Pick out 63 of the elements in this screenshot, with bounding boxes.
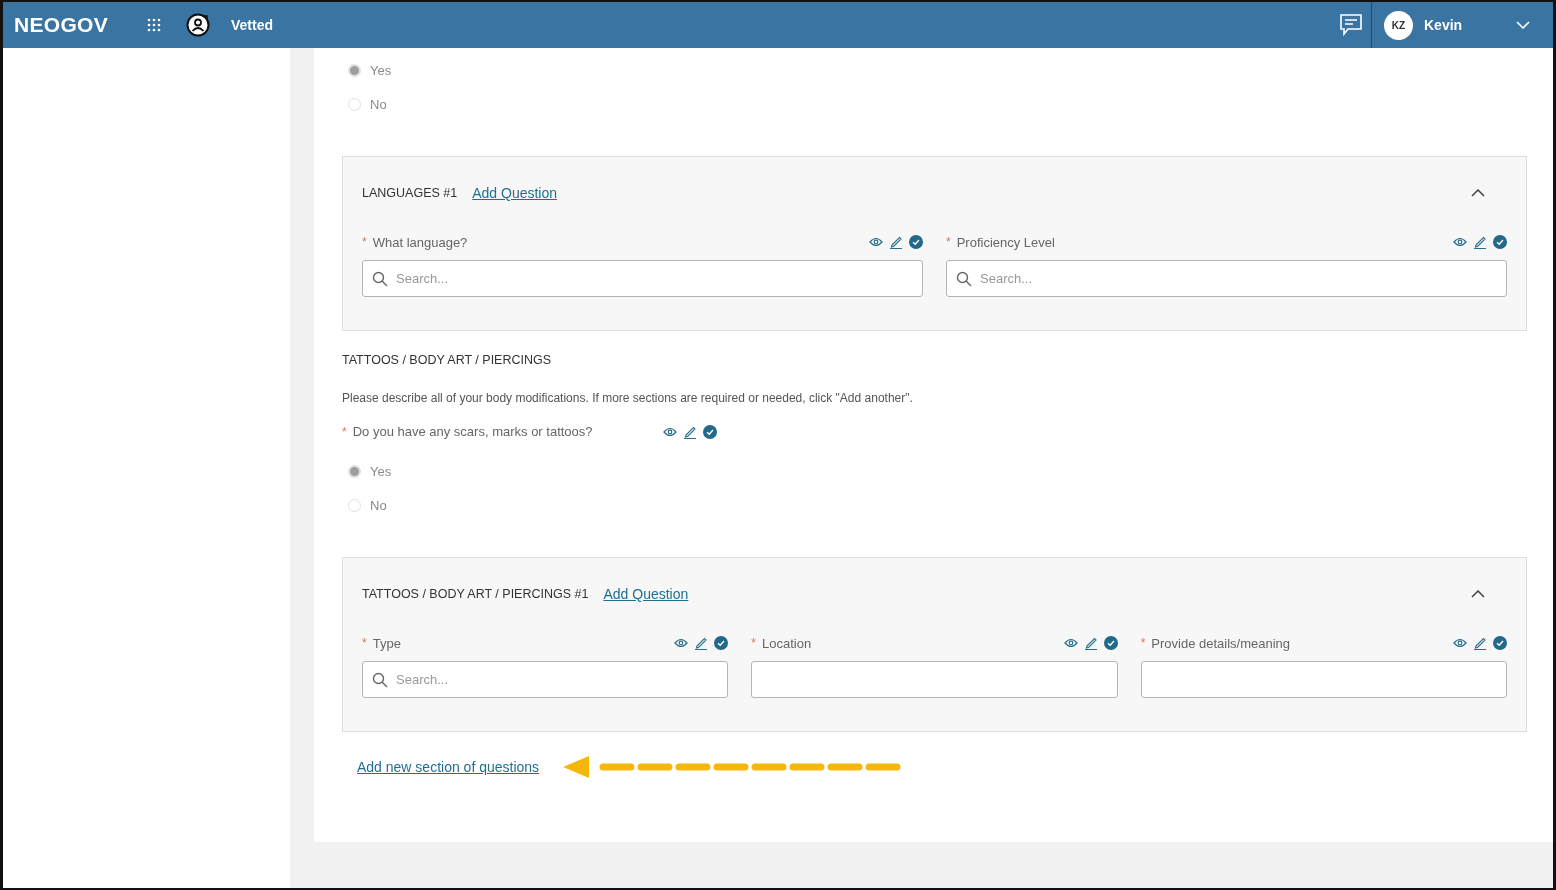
radio-label: No bbox=[370, 498, 387, 513]
radio-button[interactable] bbox=[348, 499, 361, 512]
radio-button[interactable] bbox=[348, 64, 361, 77]
question-label: Do you have any scars, marks or tattoos? bbox=[352, 424, 593, 439]
required-mark: * bbox=[946, 235, 951, 249]
eye-icon[interactable] bbox=[1063, 638, 1078, 648]
user-avatar[interactable]: KZ bbox=[1384, 10, 1413, 40]
check-circle-icon[interactable] bbox=[909, 235, 923, 249]
pencil-icon[interactable] bbox=[694, 636, 709, 650]
check-circle-icon[interactable] bbox=[702, 424, 717, 439]
field-label: Type bbox=[372, 635, 401, 651]
radio-button[interactable] bbox=[348, 98, 361, 111]
required-mark: * bbox=[362, 235, 367, 249]
search-icon bbox=[372, 672, 388, 688]
eye-icon[interactable] bbox=[869, 237, 883, 247]
add-question-link[interactable]: Add Question bbox=[472, 185, 558, 201]
required-mark: * bbox=[362, 636, 367, 650]
eye-icon[interactable] bbox=[1453, 638, 1467, 648]
group-title: TATTOOS / BODY ART / PIERCINGS #1 bbox=[362, 587, 589, 601]
radio-label: Yes bbox=[370, 464, 392, 479]
add-question-link[interactable]: Add Question bbox=[603, 586, 689, 602]
text-field[interactable] bbox=[1140, 661, 1507, 698]
group-title: LANGUAGES #1 bbox=[362, 186, 458, 200]
add-section-link[interactable]: Add new section of questions bbox=[357, 759, 540, 775]
radio-label: No bbox=[370, 97, 387, 112]
chevron-down-icon[interactable] bbox=[1516, 21, 1530, 29]
eye-icon[interactable] bbox=[1453, 237, 1467, 247]
field-label: Provide details/meaning bbox=[1151, 635, 1291, 651]
chevron-up-icon[interactable] bbox=[1471, 590, 1485, 598]
pencil-icon[interactable] bbox=[682, 424, 697, 439]
field-label: Proficiency Level bbox=[956, 234, 1055, 250]
search-field[interactable]: Search... bbox=[362, 661, 729, 698]
app-grid-icon[interactable] bbox=[147, 18, 161, 32]
user-circle-icon bbox=[186, 13, 210, 37]
search-icon bbox=[956, 271, 972, 287]
radio-label: Yes bbox=[370, 63, 392, 78]
section-heading: TATTOOS / BODY ART / PIERCINGS bbox=[342, 353, 553, 367]
app-name: Vetted bbox=[231, 17, 273, 33]
logo[interactable]: NEOGOV bbox=[14, 13, 108, 37]
check-circle-icon[interactable] bbox=[1493, 636, 1507, 650]
section-description: Please describe all of your body modifications. If more sections are required or needed, click "Add another". bbox=[342, 391, 914, 405]
user-name[interactable]: Kevin bbox=[1424, 17, 1463, 33]
pencil-icon[interactable] bbox=[1473, 235, 1487, 249]
required-mark: * bbox=[342, 424, 347, 439]
required-mark: * bbox=[751, 636, 756, 650]
pencil-icon[interactable] bbox=[1083, 636, 1098, 650]
eye-icon[interactable] bbox=[674, 638, 689, 648]
required-mark: * bbox=[1140, 636, 1146, 650]
chat-icon[interactable] bbox=[1339, 13, 1363, 37]
search-field[interactable]: Search... bbox=[946, 260, 1507, 297]
field-label: Location bbox=[762, 635, 812, 651]
field-label: What language? bbox=[372, 234, 468, 250]
search-icon bbox=[372, 271, 388, 287]
check-circle-icon[interactable] bbox=[1493, 235, 1507, 249]
chevron-up-icon[interactable] bbox=[1471, 189, 1485, 197]
check-circle-icon[interactable] bbox=[1103, 636, 1118, 650]
pencil-icon[interactable] bbox=[889, 235, 903, 249]
radio-button[interactable] bbox=[348, 465, 361, 478]
check-circle-icon[interactable] bbox=[714, 636, 729, 650]
pencil-icon[interactable] bbox=[1473, 636, 1487, 650]
eye-icon[interactable] bbox=[662, 426, 677, 437]
text-field[interactable] bbox=[751, 661, 1118, 698]
search-field[interactable]: Search... bbox=[362, 260, 923, 297]
